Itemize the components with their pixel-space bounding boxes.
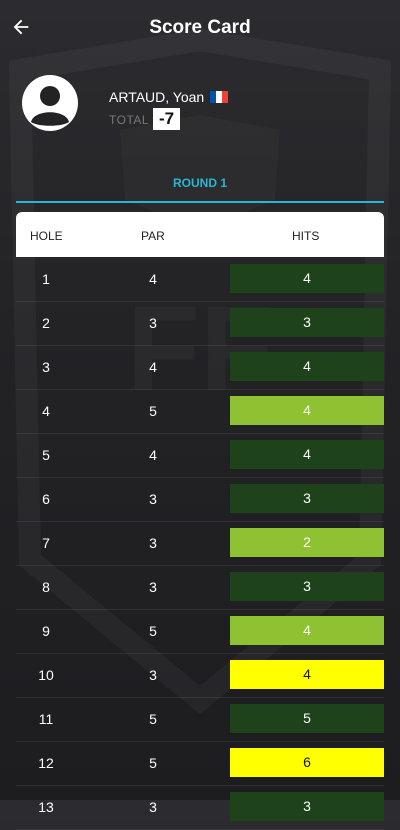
hole-number: 11 — [38, 711, 54, 727]
header-hits: HITS — [292, 229, 320, 243]
hole-number: 4 — [42, 403, 50, 419]
round-tab[interactable]: ROUND 1 — [0, 176, 400, 190]
table-row: 1 4 4 — [16, 257, 384, 302]
total-score: -7 — [153, 108, 181, 130]
app-header: Score Card — [0, 0, 400, 56]
par-value: 3 — [149, 667, 157, 683]
table-row: 6 3 3 — [16, 477, 384, 522]
player-name-row: ARTAUD, Yoan — [109, 89, 229, 105]
header-hole: HOLE — [30, 229, 63, 243]
hole-number: 6 — [42, 491, 50, 507]
par-value: 5 — [149, 403, 157, 419]
hits-value: 6 — [230, 748, 384, 777]
par-value: 3 — [149, 315, 157, 331]
hits-value: 3 — [230, 308, 384, 337]
par-value: 3 — [149, 579, 157, 595]
table-row: 8 3 3 — [16, 565, 384, 610]
par-value: 3 — [149, 535, 157, 551]
table-row: 3 4 4 — [16, 345, 384, 390]
hole-number: 7 — [42, 535, 50, 551]
hole-number: 2 — [42, 315, 50, 331]
table-row: 2 3 3 — [16, 301, 384, 346]
par-value: 3 — [149, 799, 157, 815]
hits-value: 3 — [230, 572, 384, 601]
table-row: 7 3 2 — [16, 521, 384, 566]
total-label: TOTAL — [109, 113, 150, 127]
table-row: 4 5 4 — [16, 389, 384, 434]
par-value: 3 — [149, 491, 157, 507]
player-name: ARTAUD, Yoan — [109, 89, 205, 105]
hits-value: 4 — [230, 264, 384, 293]
hole-number: 3 — [42, 359, 50, 375]
avatar — [22, 75, 78, 131]
hits-value: 4 — [230, 660, 384, 689]
hits-value: 4 — [230, 396, 384, 425]
hole-number: 9 — [42, 623, 50, 639]
hole-number: 1 — [42, 271, 50, 287]
hits-value: 4 — [230, 616, 384, 645]
hits-value: 5 — [230, 704, 384, 733]
hole-number: 8 — [42, 579, 50, 595]
par-value: 5 — [149, 623, 157, 639]
table-row: 11 5 5 — [16, 697, 384, 742]
table-row: 5 4 4 — [16, 433, 384, 478]
table-row: 10 3 4 — [16, 653, 384, 698]
france-flag-icon — [210, 91, 229, 103]
header-par: PAR — [141, 229, 165, 243]
hole-number: 13 — [38, 799, 54, 815]
par-value: 5 — [149, 755, 157, 771]
table-row: 13 3 3 — [16, 785, 384, 830]
par-value: 4 — [149, 359, 157, 375]
hole-number: 5 — [42, 447, 50, 463]
hits-value: 3 — [230, 792, 384, 821]
par-value: 4 — [149, 447, 157, 463]
user-icon — [31, 86, 69, 126]
hole-number: 10 — [38, 667, 54, 683]
hits-value: 2 — [230, 528, 384, 557]
page-title: Score Card — [149, 17, 251, 38]
par-value: 4 — [149, 271, 157, 287]
hole-number: 12 — [38, 755, 54, 771]
table-header: HOLE PAR HITS — [16, 212, 384, 257]
hits-value: 3 — [230, 484, 384, 513]
hits-value: 4 — [230, 352, 384, 381]
round-underline — [16, 201, 384, 203]
par-value: 5 — [149, 711, 157, 727]
table-row: 9 5 4 — [16, 609, 384, 654]
hits-value: 4 — [230, 440, 384, 469]
table-row: 12 5 6 — [16, 741, 384, 786]
